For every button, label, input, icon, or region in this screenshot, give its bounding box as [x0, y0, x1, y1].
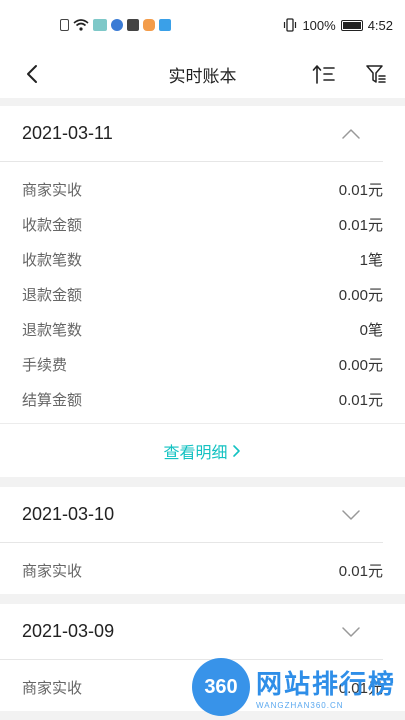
card-date: 2021-03-09	[22, 621, 115, 641]
row-label: 商家实收	[22, 182, 83, 199]
battery-percent: 100%	[302, 17, 336, 33]
list-item: 收款笔数 1笔	[0, 242, 405, 277]
nav-bar: 实时账本	[0, 50, 405, 98]
battery-icon	[340, 19, 363, 31]
row-label: 结算金额	[22, 392, 83, 409]
row-value: 0.01元	[338, 392, 383, 409]
page-title: 实时账本	[168, 66, 237, 86]
row-value: 0.01元	[338, 182, 383, 199]
card-header[interactable]: 2021-03-09	[0, 604, 383, 660]
card-rows: 商家实收 0.01元	[0, 543, 405, 594]
sort-icon	[312, 65, 335, 84]
card-rows: 商家实收 0.01元 收款金额 0.01元 收款笔数 1笔 退款金额 0.00元 退款笔…	[0, 162, 405, 423]
row-label: 手续费	[22, 357, 68, 374]
row-label: 收款笔数	[22, 252, 83, 269]
list-item: 商家实收 0.01元	[0, 553, 405, 588]
list-item: 退款笔数 0笔	[0, 312, 405, 347]
filter-button[interactable]	[362, 60, 390, 88]
ledger-list: 2021-03-11 商家实收 0.01元 收款金额 0.01元 收款笔数 1笔 退款…	[0, 106, 405, 720]
vibrate-icon	[284, 18, 297, 32]
card-rows: 商家实收 0.01元	[0, 660, 405, 711]
collapse-toggle[interactable]	[341, 124, 361, 144]
card-header[interactable]: 2021-03-10	[0, 487, 383, 543]
row-label: 商家实收	[22, 680, 83, 697]
app-notification-icon	[93, 19, 107, 31]
row-label: 退款金额	[22, 287, 83, 304]
list-item: 退款金额 0.00元	[0, 277, 405, 312]
row-value: 0.00元	[338, 357, 383, 374]
info-notification-icon	[127, 19, 139, 31]
card-header[interactable]: 2021-03-11	[0, 106, 383, 162]
row-value: 0.00元	[338, 287, 383, 304]
row-label: 商家实收	[22, 563, 83, 580]
view-details-label: 查看明细	[163, 444, 228, 462]
view-details-link[interactable]: 查看明细	[0, 423, 405, 477]
status-bar: 100% 4:52	[0, 0, 405, 50]
chevron-down-icon	[342, 626, 360, 637]
status-icons-right: 100% 4:52	[283, 18, 393, 33]
row-value: 0.01元	[338, 680, 383, 697]
ledger-card: 2021-03-11 商家实收 0.01元 收款金额 0.01元 收款笔数 1笔 退款…	[0, 106, 405, 477]
ledger-card: 2021-03-09 商家实收 0.01元	[0, 604, 405, 711]
chevron-down-icon	[342, 509, 360, 520]
chat-notification-icon	[143, 19, 155, 31]
expand-toggle[interactable]	[341, 505, 361, 525]
filter-icon	[366, 65, 386, 83]
sim-icon	[60, 19, 69, 31]
row-value: 0.01元	[338, 563, 383, 580]
clock-time: 4:52	[367, 17, 393, 33]
row-label: 退款笔数	[22, 322, 83, 339]
row-value: 0.01元	[338, 217, 383, 234]
card-date: 2021-03-11	[22, 123, 113, 143]
row-label: 收款金额	[22, 217, 83, 234]
browser-notification-icon	[111, 19, 123, 31]
chevron-right-icon	[232, 444, 240, 457]
list-item: 商家实收 0.01元	[0, 670, 405, 705]
sort-button[interactable]	[310, 60, 338, 88]
chevron-up-icon	[342, 128, 360, 139]
card-date: 2021-03-10	[22, 504, 115, 524]
ledger-card: 2021-03-10 商家实收 0.01元	[0, 487, 405, 594]
row-value: 1笔	[359, 252, 383, 269]
message-notification-icon	[159, 19, 171, 31]
row-value: 0笔	[359, 322, 383, 339]
chevron-left-icon	[27, 65, 37, 83]
wifi-icon	[73, 19, 89, 31]
expand-toggle[interactable]	[341, 622, 361, 642]
status-icons-left	[60, 19, 171, 31]
back-button[interactable]	[18, 60, 46, 88]
list-item: 手续费 0.00元	[0, 347, 405, 382]
list-item: 商家实收 0.01元	[0, 172, 405, 207]
list-item: 结算金额 0.01元	[0, 382, 405, 417]
list-item: 收款金额 0.01元	[0, 207, 405, 242]
